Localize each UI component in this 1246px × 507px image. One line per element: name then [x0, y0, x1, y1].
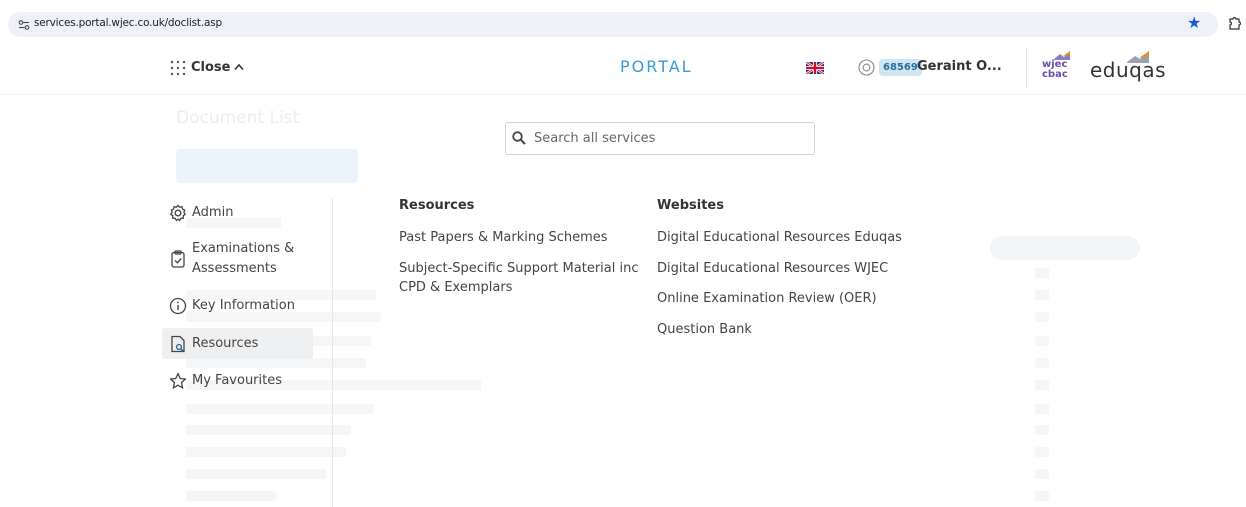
wjec-logo[interactable]: wjec cbac [1042, 60, 1068, 80]
site-info-icon[interactable] [18, 19, 30, 31]
background-cell [1035, 425, 1049, 435]
website-link-question-bank[interactable]: Question Bank [657, 320, 752, 339]
sidebar-item-my-favourites[interactable]: My Favourites [162, 369, 313, 393]
background-row [186, 358, 366, 368]
header-divider [1026, 48, 1027, 88]
background-cell [1035, 380, 1049, 390]
sidebar-item-resources[interactable]: Resources [162, 328, 313, 359]
user-icon[interactable] [858, 59, 875, 76]
sidebar-item-admin[interactable]: Admin [162, 201, 313, 225]
apps-grid-icon[interactable] [170, 60, 186, 76]
sidebar-item-label: Key Information [192, 298, 295, 313]
browser-toolbar: services.portal.wjec.co.uk/doclist.asp ★ [0, 0, 1246, 44]
info-icon [169, 297, 187, 315]
sidebar-item-label: Admin [192, 205, 234, 220]
background-row [186, 491, 276, 501]
chevron-up-icon[interactable] [234, 63, 244, 71]
user-id-badge[interactable]: 68569 [879, 59, 922, 76]
wjec-logo-line2: cbac [1042, 69, 1068, 80]
clipboard-check-icon [171, 250, 185, 268]
sidebar-item-label: Resources [192, 336, 259, 351]
resource-link-past-papers[interactable]: Past Papers & Marking Schemes [399, 228, 608, 247]
portal-title[interactable]: PORTAL [620, 57, 693, 76]
sidebar-divider [332, 198, 333, 507]
uk-flag-icon[interactable] [806, 62, 824, 74]
eduqas-logo[interactable]: eduqas [1090, 58, 1166, 82]
search-placeholder[interactable]: Search all services [534, 131, 655, 146]
background-cell [1035, 358, 1049, 368]
resource-link-subject-support-line2[interactable]: CPD & Exemplars [399, 278, 512, 297]
document-search-icon [171, 335, 185, 353]
resources-heading: Resources [399, 198, 475, 213]
websites-heading: Websites [657, 198, 724, 213]
sidebar-item-key-information[interactable]: Key Information [162, 294, 313, 318]
background-cell [1035, 312, 1049, 322]
background-cell [1035, 469, 1049, 479]
sidebar-item-label-line1: Examinations & [192, 241, 295, 256]
star-icon [169, 372, 187, 389]
gear-icon [169, 204, 187, 222]
background-row [186, 447, 346, 457]
url-text[interactable]: services.portal.wjec.co.uk/doclist.asp [34, 17, 222, 29]
sidebar-item-examinations[interactable]: Examinations & Assessments [162, 239, 313, 279]
background-row [186, 425, 351, 435]
background-page-title: Document List [176, 108, 300, 128]
sidebar-item-label: My Favourites [192, 373, 283, 388]
sidebar-item-label-line2: Assessments [192, 261, 277, 276]
background-row [186, 404, 374, 414]
background-row [186, 469, 326, 479]
website-link-der-eduqas[interactable]: Digital Educational Resources Eduqas [657, 228, 902, 247]
background-button [176, 149, 358, 183]
background-cell [1035, 268, 1049, 278]
website-link-der-wjec[interactable]: Digital Educational Resources WJEC [657, 259, 888, 278]
background-cell [1035, 404, 1049, 414]
user-name[interactable]: Geraint O... [917, 59, 1002, 74]
menu-close-button[interactable]: Close [191, 60, 230, 75]
resource-link-subject-support[interactable]: Subject-Specific Support Material inc [399, 259, 638, 278]
background-cell [1035, 447, 1049, 457]
background-cell [1035, 491, 1049, 501]
website-link-oer[interactable]: Online Examination Review (OER) [657, 289, 877, 308]
background-cell [1035, 290, 1049, 300]
background-column-pill [990, 236, 1140, 260]
extensions-icon[interactable] [1227, 15, 1241, 31]
background-cell [1035, 336, 1049, 346]
bookmark-star-icon[interactable]: ★ [1187, 15, 1201, 31]
search-icon [512, 131, 526, 145]
